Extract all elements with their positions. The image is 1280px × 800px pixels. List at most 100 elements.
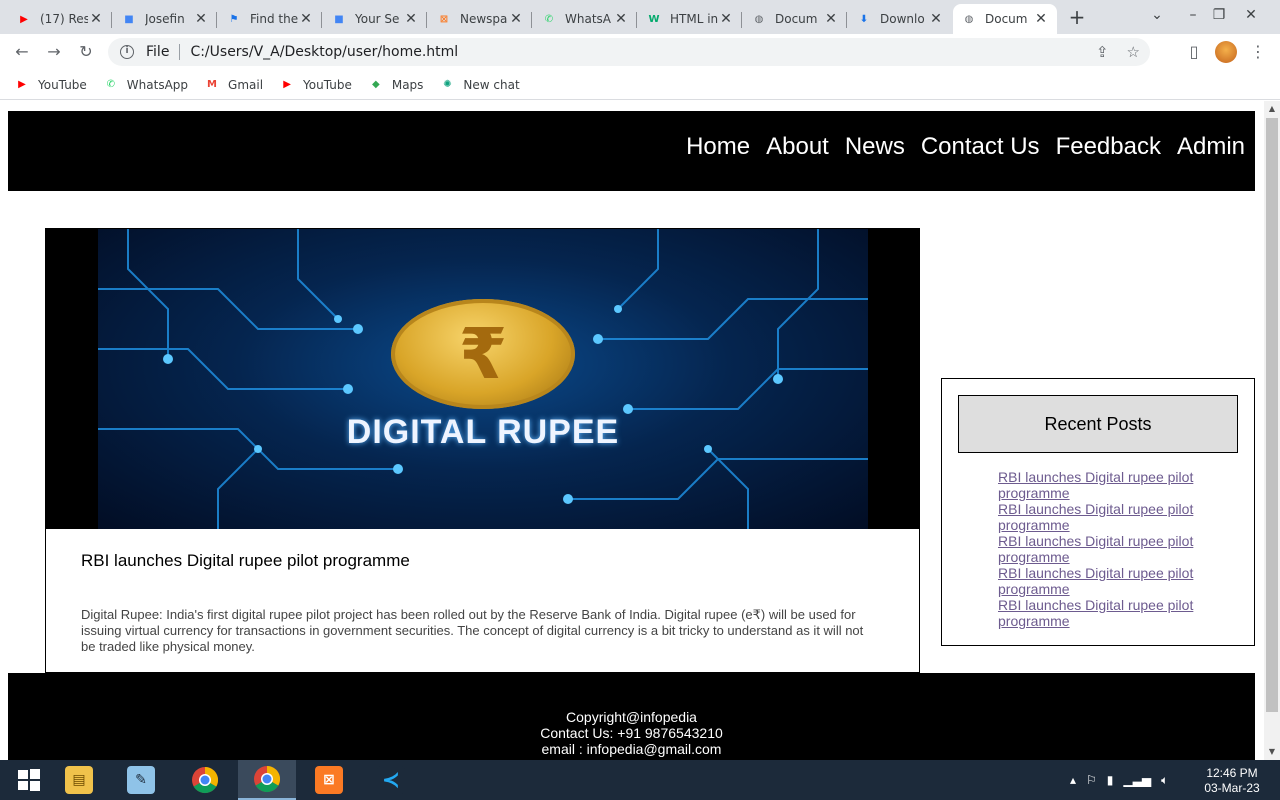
tab-divider	[216, 12, 217, 28]
bookmark-item[interactable]: ✺ New chat	[439, 77, 519, 93]
bookmark-item[interactable]: ▶ YouTube	[279, 77, 352, 93]
tab-title: (17) Res	[40, 12, 88, 26]
article-title[interactable]: RBI launches Digital rupee pilot program…	[81, 551, 410, 571]
site-nav: Home About News Contact Us Feedback Admin	[686, 133, 1245, 161]
browser-tab[interactable]: ✆ WhatsA ✕	[533, 4, 637, 34]
close-tab-icon[interactable]: ✕	[613, 11, 629, 27]
google-fonts-icon: ■	[124, 13, 134, 25]
close-tab-icon[interactable]: ✕	[403, 11, 419, 27]
nav-link-news[interactable]: News	[845, 133, 905, 161]
scroll-thumb[interactable]	[1266, 118, 1278, 712]
close-window-icon[interactable]: ✕	[1234, 0, 1268, 34]
list-item: RBI launches Digital rupee pilot program…	[998, 533, 1228, 565]
chrome-icon[interactable]	[176, 760, 234, 800]
new-tab-button[interactable]: +	[1066, 6, 1088, 28]
browser-tab[interactable]: ■ Josefin ✕	[113, 4, 217, 34]
list-item: RBI launches Digital rupee pilot program…	[998, 565, 1228, 597]
volume-icon[interactable]: 🔈︎	[1161, 773, 1168, 788]
recent-post-link[interactable]: RBI launches Digital rupee pilot program…	[998, 533, 1228, 565]
google-fonts-icon: ■	[334, 13, 344, 25]
reload-icon[interactable]: ↻	[74, 40, 98, 64]
recent-post-link[interactable]: RBI launches Digital rupee pilot program…	[998, 597, 1228, 629]
clock-time: 12:46 PM	[1206, 766, 1258, 780]
gmail-icon: M	[207, 79, 217, 90]
nav-link-home[interactable]: Home	[686, 133, 750, 161]
browser-tab[interactable]: ⬇ Downlo ✕	[848, 4, 952, 34]
w3schools-icon: W	[648, 13, 660, 25]
nav-link-contact-us[interactable]: Contact Us	[921, 133, 1040, 161]
browser-tab[interactable]: ■ Your Se ✕	[323, 4, 427, 34]
close-tab-icon[interactable]: ✕	[823, 11, 839, 27]
address-bar[interactable]: i File C:/Users/V_A/Desktop/user/home.ht…	[108, 38, 1150, 66]
circuit-board-image: ₹ DIGITAL RUPEE	[98, 229, 868, 529]
scroll-up-icon[interactable]: ▲	[1264, 101, 1280, 117]
maps-icon: ◆	[371, 79, 380, 90]
bookmark-item[interactable]: ◆ Maps	[368, 77, 424, 93]
menu-icon[interactable]: ⋮	[1246, 40, 1270, 64]
file-explorer-icon[interactable]: ▤	[50, 760, 108, 800]
close-tab-icon[interactable]: ✕	[508, 11, 524, 27]
taskbar-clock[interactable]: 12:46 PM 03-Mar-23	[1196, 766, 1268, 796]
nav-link-admin[interactable]: Admin	[1177, 133, 1245, 161]
chrome-profile-icon[interactable]	[238, 760, 296, 800]
browser-tab[interactable]: ▶ (17) Res ✕	[8, 4, 112, 34]
tab-search-icon[interactable]: ⌄	[1140, 0, 1174, 34]
info-icon[interactable]: i	[120, 45, 134, 59]
tab-divider	[846, 12, 847, 28]
battery-icon[interactable]: ▮	[1107, 773, 1114, 787]
close-tab-icon[interactable]: ✕	[193, 11, 209, 27]
browser-tab[interactable]: W HTML in ✕	[638, 4, 742, 34]
restore-icon[interactable]: ❐	[1202, 0, 1236, 34]
forward-icon[interactable]: →	[42, 40, 66, 64]
recent-post-link[interactable]: RBI launches Digital rupee pilot program…	[998, 469, 1228, 501]
globe-icon: ◍	[964, 13, 974, 25]
nav-link-feedback[interactable]: Feedback	[1056, 133, 1161, 161]
show-hidden-icons-icon[interactable]: ▴	[1070, 773, 1076, 787]
xampp-icon[interactable]: ⊠	[300, 760, 358, 800]
page-viewport: Home About News Contact Us Feedback Admin	[0, 101, 1264, 760]
browser-tab[interactable]: ⊠ Newspa ✕	[428, 4, 532, 34]
bookmark-label: Gmail	[228, 77, 264, 92]
close-tab-icon[interactable]: ✕	[718, 11, 734, 27]
side-panel-icon[interactable]: ▯	[1182, 40, 1206, 64]
download-icon: ⬇	[859, 13, 869, 25]
scroll-down-icon[interactable]: ▼	[1264, 744, 1280, 760]
article-body: Digital Rupee: India's first digital rup…	[81, 607, 864, 654]
recent-post-link[interactable]: RBI launches Digital rupee pilot program…	[998, 565, 1228, 597]
recent-post-link[interactable]: RBI launches Digital rupee pilot program…	[998, 501, 1228, 533]
bookmark-label: WhatsApp	[126, 77, 189, 92]
whatsapp-icon: ✆	[544, 13, 554, 25]
bookmark-label: Maps	[391, 77, 424, 92]
browser-tab[interactable]: ◍ Docum ✕	[743, 4, 847, 34]
browser-tab[interactable]: ◍ Docum ✕	[953, 4, 1057, 34]
bookmark-item[interactable]: ▶ YouTube	[14, 77, 87, 93]
close-tab-icon[interactable]: ✕	[298, 11, 314, 27]
list-item: RBI launches Digital rupee pilot program…	[998, 501, 1228, 533]
profile-avatar[interactable]	[1215, 41, 1237, 63]
notepad-icon[interactable]: ✎	[112, 760, 170, 800]
page-scrollbar[interactable]: ▲ ▼	[1264, 101, 1280, 760]
close-tab-icon[interactable]: ✕	[88, 11, 104, 27]
tab-title: HTML in	[670, 12, 718, 26]
bookmark-star-icon[interactable]: ☆	[1127, 43, 1140, 61]
article-card: ₹ DIGITAL RUPEE RBI launches Digital rup…	[45, 228, 920, 673]
nav-link-about[interactable]: About	[766, 133, 829, 161]
share-icon[interactable]: ⇪	[1096, 43, 1109, 61]
flag-icon[interactable]: ⚐	[1086, 773, 1097, 787]
rupee-coin: ₹	[391, 299, 575, 409]
network-icon[interactable]: ▁▃▅	[1123, 773, 1151, 787]
tab-divider	[531, 12, 532, 28]
windows-taskbar: ▤ ✎ ⊠ ≺ ▴ ⚐ ▮ ▁▃▅ 🔈︎ 12:46 PM 03-Mar-23	[0, 760, 1280, 800]
recent-posts-list: RBI launches Digital rupee pilot program…	[998, 469, 1228, 629]
close-tab-icon[interactable]: ✕	[1033, 11, 1049, 27]
vscode-icon[interactable]: ≺	[362, 760, 420, 800]
recent-posts-sidebar: Recent Posts RBI launches Digital rupee …	[941, 378, 1255, 646]
bookmark-label: New chat	[463, 77, 520, 92]
address-text[interactable]: C:/Users/V_A/Desktop/user/home.html	[190, 44, 458, 60]
footer-email: email : infopedia@gmail.com	[541, 741, 722, 757]
back-icon[interactable]: ←	[10, 40, 34, 64]
browser-tab[interactable]: ⚑ Find the ✕	[218, 4, 322, 34]
bookmark-item[interactable]: M Gmail	[204, 77, 263, 93]
close-tab-icon[interactable]: ✕	[928, 11, 944, 27]
bookmark-item[interactable]: ✆ WhatsApp	[103, 77, 188, 93]
